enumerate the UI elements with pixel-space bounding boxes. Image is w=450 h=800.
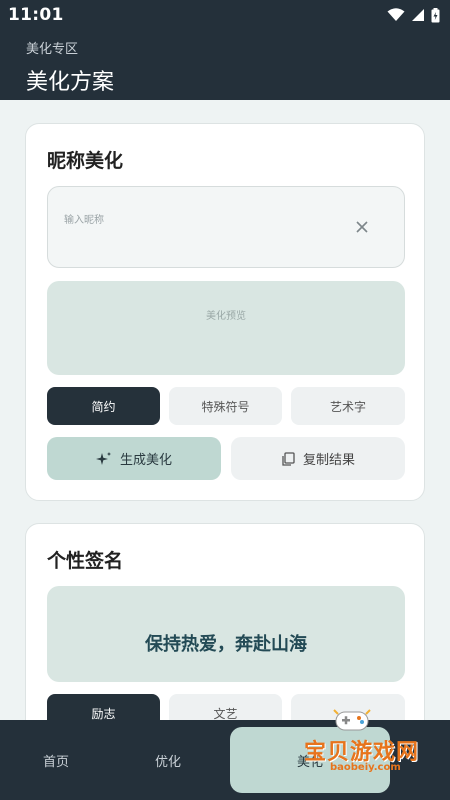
copy-button[interactable]: 复制结果	[231, 437, 405, 480]
gamepad-icon	[333, 709, 371, 731]
nav-item-home[interactable]: 首页	[0, 720, 112, 800]
style-tab-simple[interactable]: 简约	[47, 387, 160, 425]
status-icons	[387, 7, 440, 23]
signature-card-title: 个性签名	[47, 550, 124, 572]
status-time: 11:01	[8, 5, 64, 25]
battery-icon	[431, 7, 440, 22]
watermark-logo: 宝贝游戏网 baobeiy.com	[302, 704, 432, 776]
app-header: 11:01 美化专区 美化方案	[0, 0, 450, 100]
page-title: 美化方案	[26, 70, 115, 95]
clear-icon[interactable]	[354, 219, 370, 235]
signature-text: 保持热爱，奔赴山海	[145, 634, 307, 655]
copy-icon	[282, 451, 295, 466]
nickname-input[interactable]: 输入昵称	[47, 186, 405, 268]
nickname-input-placeholder: 输入昵称	[64, 215, 104, 226]
wifi-icon	[387, 8, 405, 21]
signal-icon	[412, 9, 424, 21]
section-subtitle: 美化专区	[26, 42, 79, 57]
nickname-preview-placeholder: 美化预览	[206, 311, 246, 322]
signature-display: 保持热爱，奔赴山海	[47, 586, 405, 682]
nickname-preview: 美化预览	[47, 281, 405, 375]
status-bar: 11:01	[0, 0, 450, 30]
nickname-card: 昵称美化 输入昵称 美化预览 简约 特殊符号 艺术字 生成美化 复制结果	[25, 123, 425, 501]
nickname-card-title: 昵称美化	[47, 150, 124, 172]
generate-button-label: 生成美化	[119, 453, 172, 468]
copy-button-label: 复制结果	[302, 453, 355, 468]
style-tab-art-font[interactable]: 艺术字	[291, 387, 405, 425]
nav-item-optimize[interactable]: 优化	[112, 720, 224, 800]
watermark-url: baobeiy.com	[330, 762, 401, 773]
generate-button[interactable]: 生成美化	[47, 437, 221, 480]
style-tab-special-symbols[interactable]: 特殊符号	[169, 387, 282, 425]
sparkle-icon	[95, 451, 111, 465]
